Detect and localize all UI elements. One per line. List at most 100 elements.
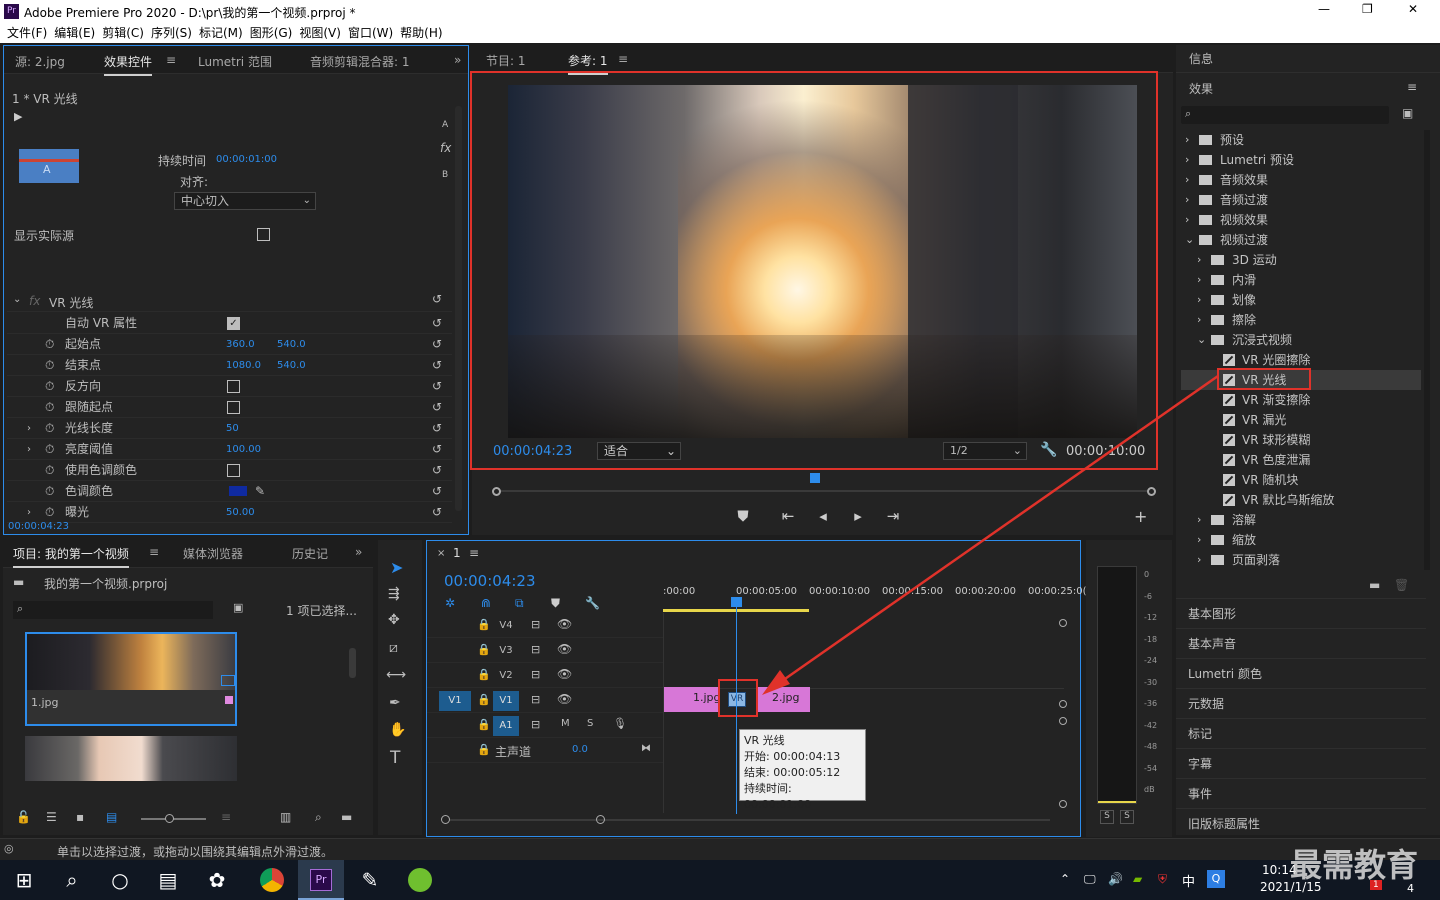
security-icon[interactable]: ⛨ xyxy=(1158,872,1167,887)
sync-lock-icon[interactable]: ⊟ xyxy=(531,718,540,731)
tab-source[interactable]: 源: 2.jpg xyxy=(15,53,65,70)
sync-lock-icon[interactable]: ⊟ xyxy=(531,618,540,631)
track-target[interactable]: V4 xyxy=(493,616,519,636)
network-icon[interactable]: 🖵 xyxy=(1084,872,1096,887)
volume-icon[interactable]: 🔊 xyxy=(1108,872,1123,886)
menu-edit[interactable]: 编辑(E) xyxy=(54,23,95,43)
chevron-right-icon[interactable]: › xyxy=(1185,190,1189,210)
voiceover-mic-icon[interactable]: 🎙 xyxy=(613,717,627,730)
effects-search-input[interactable]: ⌕ xyxy=(1181,106,1389,124)
maximize-button[interactable]: ❐ xyxy=(1362,2,1373,16)
panel-menu-icon[interactable]: ≡ xyxy=(166,53,176,67)
lock-icon[interactable]: 🔒 xyxy=(477,718,491,731)
nest-icon[interactable]: ✲ xyxy=(445,596,455,610)
new-bin-icon[interactable]: ▣ xyxy=(233,601,243,614)
panel-menu-icon[interactable]: ≡ xyxy=(469,546,479,560)
effect-controls-timecode[interactable]: 00:00:04:23 xyxy=(8,521,69,532)
chevron-right-icon[interactable]: › xyxy=(1197,310,1201,330)
lock-icon[interactable]: 🔒 xyxy=(477,693,491,706)
menu-window[interactable]: 窗口(W) xyxy=(348,23,393,43)
new-folder-icon[interactable]: ▬ xyxy=(341,810,352,824)
zoom-slider-handle[interactable] xyxy=(165,814,174,823)
sync-lock-icon[interactable]: ⊟ xyxy=(531,668,540,681)
pen-icon[interactable]: ✒ xyxy=(389,695,401,711)
panel-menu-icon[interactable]: ≡ xyxy=(149,545,159,559)
chevron-right-icon[interactable]: › xyxy=(1197,250,1201,270)
chevron-right-icon[interactable]: › xyxy=(1197,270,1201,290)
track-select-icon[interactable]: ⇶ xyxy=(388,586,400,602)
side-panel-tab[interactable]: 事件 xyxy=(1176,778,1426,808)
media-thumbnail-1[interactable]: 1.jpg xyxy=(25,632,237,726)
effects-panel-title[interactable]: 效果 xyxy=(1189,80,1213,97)
panel-menu-icon[interactable]: ≡ xyxy=(618,52,628,66)
stopwatch-icon[interactable]: ⏱ xyxy=(45,376,54,397)
track-target[interactable]: A1 xyxy=(493,716,519,736)
notepad-icon[interactable]: ✎ xyxy=(358,868,382,892)
reset-icon[interactable]: ↺ xyxy=(432,418,442,439)
eyedropper-icon[interactable]: ✎ xyxy=(255,481,265,502)
property-checkbox[interactable] xyxy=(227,401,240,414)
overflow-chevron-icon[interactable]: » xyxy=(355,545,362,559)
ime-indicator[interactable]: 中 xyxy=(1182,871,1195,890)
collapse-icon[interactable]: ⌄ xyxy=(13,294,21,305)
effect-folder[interactable]: › 擦除 xyxy=(1181,310,1421,330)
panel-menu-icon[interactable]: ≡ xyxy=(1407,80,1417,94)
playhead-handle[interactable] xyxy=(731,597,742,607)
tab-audio-mixer[interactable]: 音频剪辑混合器: 1 xyxy=(310,53,410,70)
freeform-view-icon[interactable]: ▤ xyxy=(106,810,117,824)
track-target[interactable]: V3 xyxy=(493,641,519,661)
menu-marker[interactable]: 标记(M) xyxy=(199,23,243,43)
expand-arrow-icon[interactable]: › xyxy=(27,439,31,460)
tab-media-browser[interactable]: 媒体浏览器 xyxy=(183,545,243,562)
stopwatch-icon[interactable]: ⏱ xyxy=(45,397,54,418)
green-app-icon[interactable] xyxy=(408,868,432,892)
effect-folder[interactable]: › 视频效果 xyxy=(1181,210,1421,230)
track-target[interactable]: V2 xyxy=(493,666,519,686)
reset-icon[interactable]: ↺ xyxy=(432,292,442,306)
track-target[interactable]: V1 xyxy=(493,691,519,711)
premiere-task-button[interactable]: Pr xyxy=(298,860,344,900)
program-playhead-timecode[interactable]: 00:00:04:23 xyxy=(493,444,572,459)
tab-program[interactable]: 节目: 1 xyxy=(486,52,526,69)
stopwatch-icon[interactable]: ⏱ xyxy=(45,418,54,439)
lock-icon[interactable]: 🔒 xyxy=(477,618,491,631)
effect-item[interactable]: VR 光圈擦除 xyxy=(1181,350,1421,370)
eye-icon[interactable]: 👁 xyxy=(557,667,572,681)
selection-tool-icon[interactable]: ➤ xyxy=(390,558,403,577)
search-icon[interactable]: ⌕ xyxy=(60,868,84,892)
pinwheel-app-icon[interactable]: ✿ xyxy=(205,868,229,892)
overflow-chevron-icon[interactable]: » xyxy=(454,53,461,67)
reset-icon[interactable]: ↺ xyxy=(432,376,442,397)
property-checkbox[interactable] xyxy=(227,464,240,477)
property-value-2[interactable]: 540.0 xyxy=(277,355,306,376)
media-thumbnail-2[interactable] xyxy=(25,736,237,781)
tab-lumetri-scopes[interactable]: Lumetri 范围 xyxy=(198,53,272,70)
reset-icon[interactable]: ↺ xyxy=(432,460,442,481)
sequence-tab[interactable]: 1 xyxy=(453,546,461,560)
eye-icon[interactable]: 👁 xyxy=(557,617,572,631)
automate-icon[interactable]: ▥ xyxy=(280,810,291,824)
chevron-right-icon[interactable]: › xyxy=(1197,290,1201,310)
task-view-icon[interactable]: ▤ xyxy=(156,868,180,892)
timeline-timecode[interactable]: 00:00:04:23 xyxy=(444,572,536,590)
reset-icon[interactable]: ↺ xyxy=(432,439,442,460)
duration-value[interactable]: 00:00:01:00 xyxy=(216,154,277,165)
source-patch-v1[interactable]: V1 xyxy=(439,691,471,711)
menu-sequence[interactable]: 序列(S) xyxy=(151,23,192,43)
cortana-icon[interactable]: ○ xyxy=(108,868,132,892)
effect-folder[interactable]: › 3D 运动 xyxy=(1181,250,1421,270)
sort-icon[interactable]: ≡ xyxy=(221,810,231,824)
reset-icon[interactable]: ↺ xyxy=(432,481,442,502)
property-value-1[interactable]: 360.0 xyxy=(226,334,255,355)
stopwatch-icon[interactable]: ⏱ xyxy=(45,481,54,502)
expand-arrow-icon[interactable]: › xyxy=(27,418,31,439)
nvidia-icon[interactable]: ▰ xyxy=(1133,872,1142,886)
auto-vr-checkbox[interactable]: ✓ xyxy=(227,317,240,330)
clip-1jpg[interactable]: 1.jpg xyxy=(664,687,721,712)
close-button[interactable]: ✕ xyxy=(1408,2,1418,16)
side-panel-tab[interactable]: 字幕 xyxy=(1176,748,1426,778)
icon-view-icon[interactable]: ▪ xyxy=(76,810,84,824)
chevron-right-icon[interactable]: › xyxy=(1185,170,1189,190)
play-icon[interactable]: ▶ xyxy=(14,110,22,123)
tray-chevron-icon[interactable]: ⌃ xyxy=(1060,872,1070,886)
